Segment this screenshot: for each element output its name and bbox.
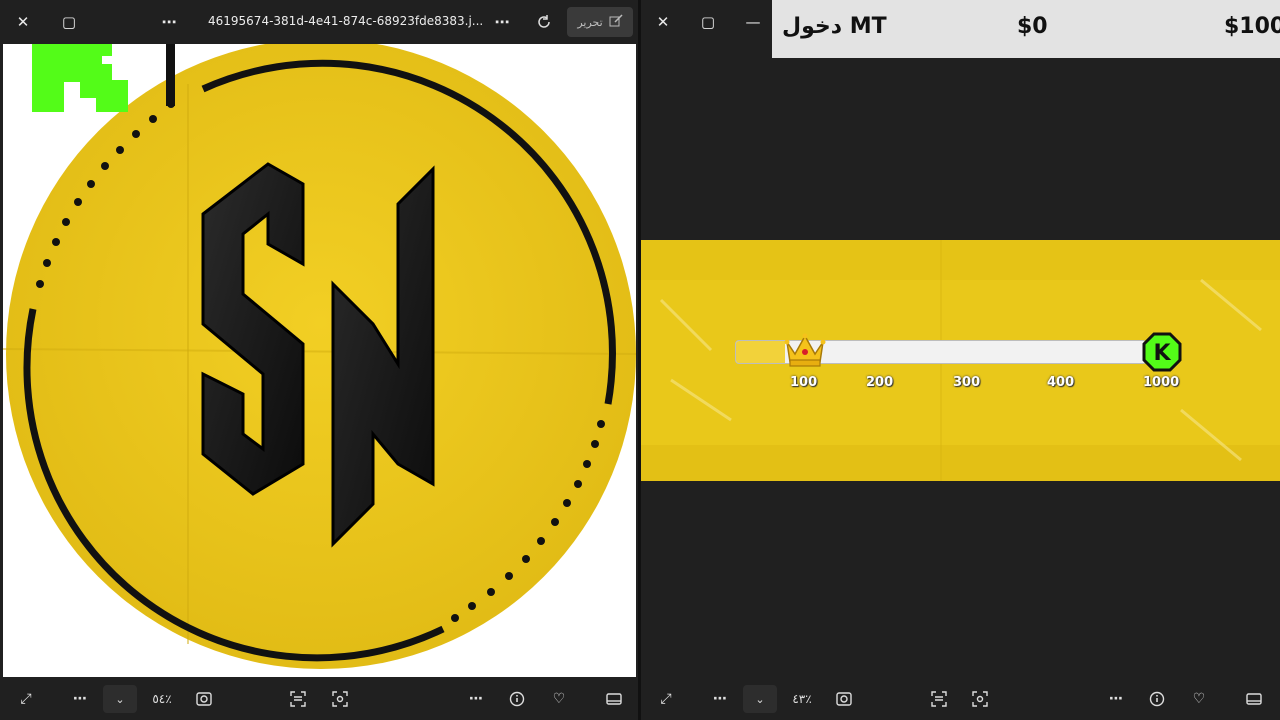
info-icon-right[interactable]	[1143, 685, 1171, 713]
fit-to-window-icon[interactable]	[190, 685, 218, 713]
close-icon-right[interactable]: ✕	[648, 8, 678, 36]
zoom-level-right[interactable]: ٤٣٪	[782, 685, 822, 713]
sn-logo-image	[3, 44, 636, 669]
fullscreen-icon[interactable]: ⤢	[12, 685, 40, 713]
restore-icon-right[interactable]: ▢	[693, 8, 723, 36]
text-recognition-icon-right[interactable]	[925, 685, 953, 713]
chevron-down-icon-right[interactable]: ⌄	[743, 685, 777, 713]
favorite-heart-icon-right[interactable]: ♡	[1185, 685, 1213, 713]
login-label: دخول MT	[782, 14, 887, 39]
minimize-icon-right[interactable]: —	[738, 8, 768, 36]
photos-window-left: ✕ ▢ ⋯ 46195674-381d-4e41-874c-68923fde83…	[0, 0, 638, 720]
edit-label: تحرير	[577, 15, 603, 29]
tick-label: 100	[790, 375, 818, 390]
bottom-toolbar: ⤢ ⋯ ⌄ ٥٤٪ ⋯ ♡	[0, 678, 638, 720]
close-icon[interactable]: ✕	[8, 8, 38, 36]
fit-to-window-icon-right[interactable]	[830, 685, 858, 713]
visual-search-icon-right[interactable]	[966, 685, 994, 713]
file-name: 46195674-381d-4e41-874c-68923fde8383.j..…	[208, 14, 484, 28]
svg-text:K: K	[1153, 341, 1171, 366]
k-badge-icon: K	[1142, 332, 1182, 376]
more-options-bottom-icon[interactable]: ⋯	[66, 685, 94, 713]
filmstrip-icon-right[interactable]	[1240, 685, 1268, 713]
fullscreen-icon-right[interactable]: ⤢	[652, 685, 680, 713]
zoom-level[interactable]: ٥٤٪	[142, 685, 182, 713]
more-options-bottom-icon-right-2[interactable]: ⋯	[1102, 685, 1130, 713]
favorite-heart-icon[interactable]: ♡	[545, 685, 573, 713]
photos-window-right: ✕ ▢ — دخول MT $0 $100 K 100 200 300 400 …	[641, 0, 1280, 720]
image-canvas[interactable]	[3, 44, 636, 677]
bottom-toolbar-right: ⤢ ⋯ ⌄ ٤٣٪ ⋯ ♡	[641, 678, 1280, 720]
chevron-down-icon[interactable]: ⌄	[103, 685, 137, 713]
filmstrip-icon[interactable]	[600, 685, 628, 713]
tick-label: 200	[866, 375, 894, 390]
tick-label: 300	[953, 375, 981, 390]
text-recognition-icon[interactable]	[284, 685, 312, 713]
k-logo-overlay	[32, 44, 130, 112]
more-options-icon[interactable]: ⋯	[154, 8, 184, 36]
progress-fill	[736, 341, 786, 363]
price-low: $0	[1017, 14, 1048, 39]
goal-banner-image[interactable]: K 100 200 300 400 1000	[641, 240, 1280, 481]
more-options-bottom-icon-right[interactable]: ⋯	[706, 685, 734, 713]
more-options-bottom-icon-2[interactable]: ⋯	[462, 685, 490, 713]
yellow-circle	[6, 44, 636, 669]
rotate-icon[interactable]	[529, 8, 559, 36]
edit-icon	[609, 13, 623, 31]
titlebar: ✕ ▢ ⋯ 46195674-381d-4e41-874c-68923fde83…	[0, 0, 638, 44]
tick-label: 1000	[1143, 375, 1180, 390]
price-high: $100	[1224, 14, 1280, 39]
visual-search-icon[interactable]	[326, 685, 354, 713]
info-icon[interactable]	[503, 685, 531, 713]
price-ticker-bar: دخول MT $0 $100	[772, 0, 1280, 58]
more-options-icon-2[interactable]: ⋯	[487, 8, 517, 36]
crown-icon	[784, 332, 826, 372]
edit-button[interactable]: تحرير	[567, 7, 633, 37]
tick-label: 400	[1047, 375, 1075, 390]
restore-icon[interactable]: ▢	[54, 8, 84, 36]
